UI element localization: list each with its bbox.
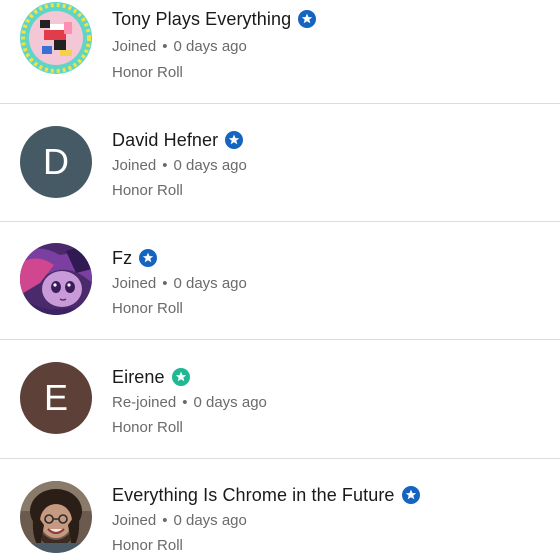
join-status: Joined	[112, 275, 157, 292]
avatar[interactable]	[20, 243, 92, 315]
pixel-art-avatar-image	[20, 2, 92, 74]
member-row[interactable]: Everything Is Chrome in the Future Joine…	[0, 459, 560, 560]
member-name[interactable]: David Hefner	[112, 130, 218, 151]
avatar[interactable]: E	[20, 362, 92, 434]
join-time: 0 days ago	[173, 512, 247, 529]
member-name-line: Everything Is Chrome in the Future	[112, 483, 420, 507]
member-name-line: Eirene	[112, 365, 190, 389]
member-list: Tony Plays Everything Joined • 0 days ago …	[0, 0, 560, 560]
join-status: Joined	[112, 157, 157, 174]
member-name[interactable]: Eirene	[112, 367, 165, 388]
join-time: 0 days ago	[173, 157, 247, 174]
member-name[interactable]: Tony Plays Everything	[112, 9, 291, 30]
separator-dot: •	[162, 512, 168, 529]
member-name[interactable]: Everything Is Chrome in the Future	[112, 485, 395, 506]
star-badge-icon	[298, 10, 317, 28]
member-name-line: David Hefner	[112, 128, 244, 152]
member-row[interactable]: E Eirene Re-joined • 0 days ago Honor Roll	[0, 341, 560, 459]
join-time: 0 days ago	[173, 38, 247, 55]
membership-tier: Honor Roll	[112, 182, 183, 199]
join-status-line: Joined • 0 days ago	[112, 156, 247, 176]
membership-tier: Honor Roll	[112, 64, 183, 81]
join-status-line: Joined • 0 days ago	[112, 274, 247, 294]
avatar-letter: D	[43, 141, 69, 182]
membership-tier: Honor Roll	[112, 419, 183, 436]
separator-dot: •	[162, 275, 168, 292]
join-status: Joined	[112, 38, 157, 55]
member-name-line: Tony Plays Everything	[112, 7, 317, 31]
star-badge-icon	[139, 249, 158, 267]
star-badge-icon	[171, 368, 190, 386]
separator-dot: •	[182, 394, 188, 411]
star-badge-icon	[225, 131, 244, 149]
member-name[interactable]: Fz	[112, 248, 132, 269]
avatar[interactable]	[20, 481, 92, 553]
member-row[interactable]: Tony Plays Everything Joined • 0 days ago …	[0, 0, 560, 104]
person-photo-avatar-image	[20, 481, 92, 553]
member-row[interactable]: Fz Joined • 0 days ago Honor Roll	[0, 222, 560, 340]
avatar[interactable]: D	[20, 126, 92, 198]
membership-tier: Honor Roll	[112, 537, 183, 554]
separator-dot: •	[162, 157, 168, 174]
join-status: Joined	[112, 512, 157, 529]
avatar[interactable]	[20, 2, 92, 74]
join-status-line: Joined • 0 days ago	[112, 511, 247, 531]
join-time: 0 days ago	[193, 394, 267, 411]
member-row[interactable]: D David Hefner Joined • 0 days ago Honor R…	[0, 104, 560, 222]
anime-character-avatar-image	[20, 243, 92, 315]
member-name-line: Fz	[112, 246, 158, 270]
star-badge-icon	[401, 486, 420, 504]
join-time: 0 days ago	[173, 275, 247, 292]
avatar-letter: E	[43, 377, 68, 418]
join-status-line: Re-joined • 0 days ago	[112, 393, 267, 413]
join-status: Re-joined	[112, 394, 177, 411]
membership-tier: Honor Roll	[112, 300, 183, 317]
separator-dot: •	[162, 38, 168, 55]
join-status-line: Joined • 0 days ago	[112, 37, 247, 57]
